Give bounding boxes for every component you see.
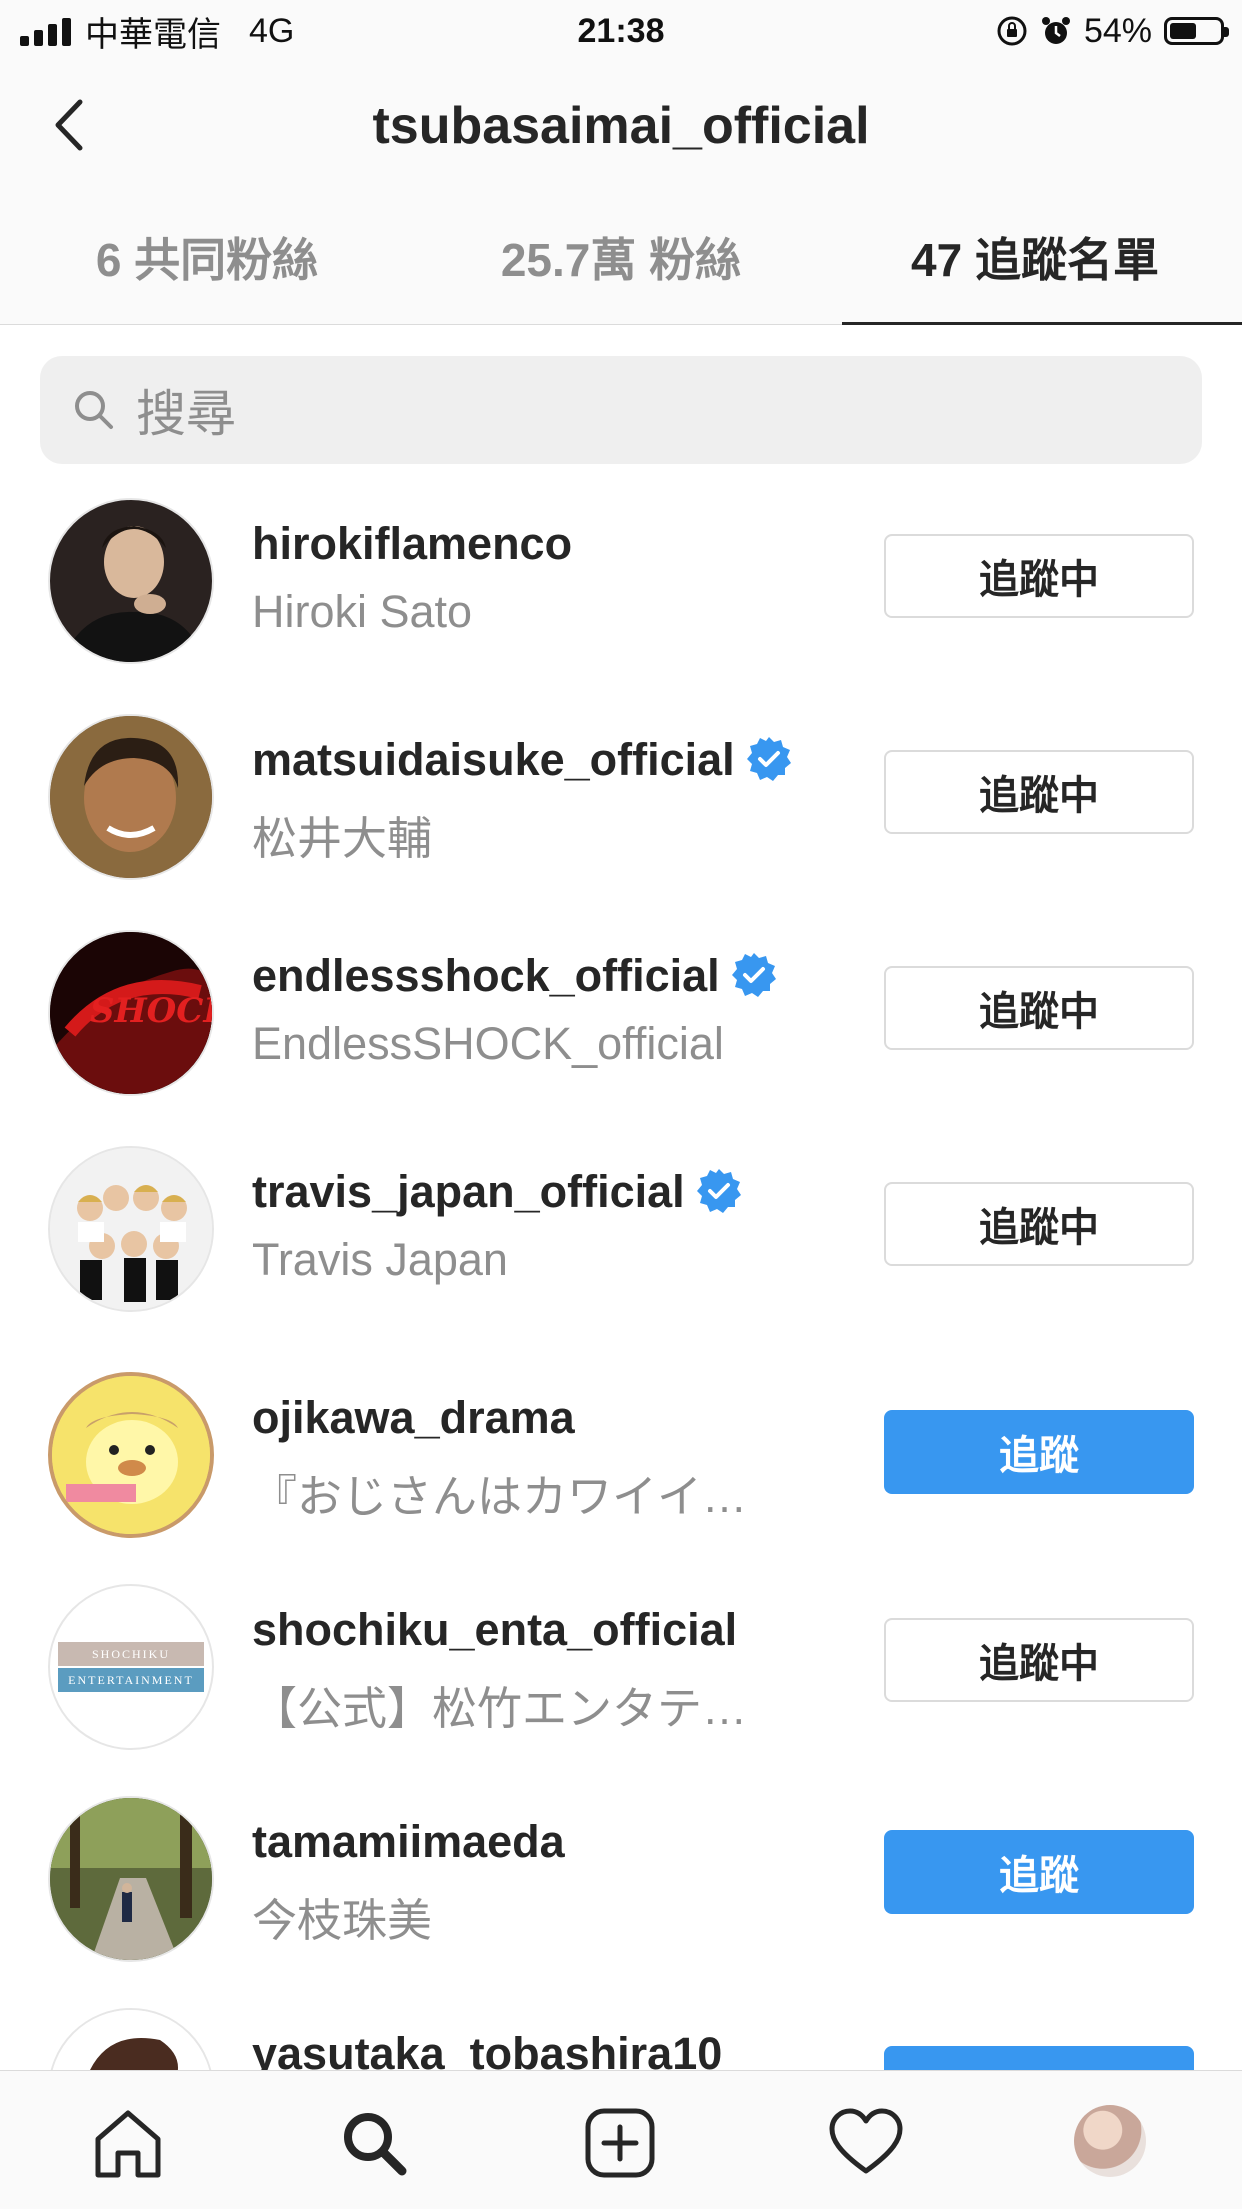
list-item[interactable]: travis_japan_official Travis Japan 追蹤中 [0,1012,1242,1312]
status-right: 54% [996,8,1229,54]
tab-mutual-followers[interactable]: 6 共同粉絲 [0,190,414,324]
list-item[interactable]: tamamiimaeda 今枝珠美 追蹤 [0,1648,1242,1962]
list-item[interactable]: SHOCHIKU ENTERTAINMENT shochiku_enta_off… [0,1436,1242,1750]
list-item[interactable]: ojikawa_drama 『おじさんはカワイイ… 追蹤 [0,1224,1242,1538]
page-title: tsubasaimai_official [372,97,870,155]
username[interactable]: travis_japan_official [252,1166,685,1217]
profile-tab[interactable] [1074,2105,1146,2177]
follow-button[interactable]: 追蹤 [884,2046,1194,2070]
rotation-lock-icon [996,15,1028,47]
new-post-tab[interactable] [582,2105,658,2181]
bottom-tab-bar [0,2070,1242,2209]
activity-tab[interactable] [828,2105,904,2181]
alarm-icon [1040,15,1072,47]
username-row: travis_japan_official [252,1166,743,1219]
heart-icon [829,2108,903,2174]
battery-fill [1170,23,1196,39]
search-tab[interactable] [336,2105,412,2181]
list-item[interactable]: matsuidaisuke_official 松井大輔 追蹤中 [0,580,1242,880]
avatar[interactable] [48,2008,214,2070]
home-icon [95,2110,161,2178]
add-post-icon [585,2108,655,2178]
search-icon [344,2113,407,2176]
list-item[interactable]: SHOCK endlessshock_official EndlessSHOCK… [0,796,1242,1096]
tab-following[interactable]: 47 追蹤名單 [828,190,1242,325]
username[interactable]: endlessshock_official [252,950,720,1001]
tab-followers[interactable]: 25.7萬 粉絲 [414,190,828,324]
username[interactable]: hirokiflamenco [252,518,572,570]
home-tab[interactable] [90,2105,166,2181]
status-bar: 中華電信 4G 21:38 54% [0,0,1242,62]
battery-percent: 54% [1083,11,1152,50]
verified-badge-icon [731,953,776,998]
battery-icon [1164,17,1229,45]
list-item[interactable]: hirokiflamenco Hiroki Sato 追蹤中 [0,364,1242,664]
follow-tabs: 6 共同粉絲 25.7萬 粉絲 47 追蹤名單 [0,190,1242,325]
list-item[interactable]: yasutaka_tobashira10 追蹤 [0,1860,1242,2070]
username[interactable]: matsuidaisuke_official [252,734,735,785]
verified-badge-icon [746,737,791,782]
username-row: matsuidaisuke_official [252,734,793,787]
username-row: endlessshock_official [252,950,778,1003]
verified-badge-icon [696,1169,741,1214]
username[interactable]: yasutaka_tobashira10 [252,2028,722,2070]
nav-header: tsubasaimai_official [0,62,1242,190]
